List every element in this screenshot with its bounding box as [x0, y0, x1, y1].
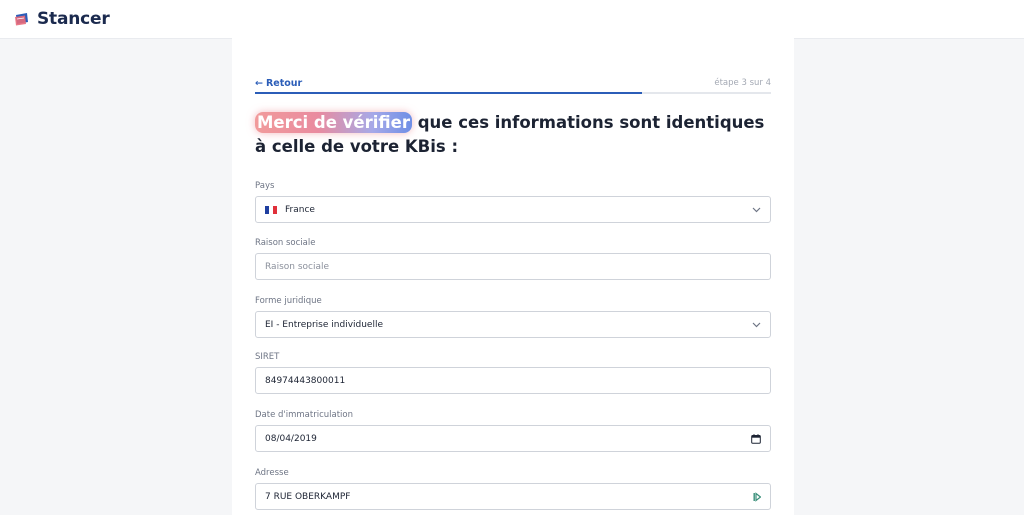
registration-date-label: Date d'immatriculation	[255, 410, 353, 420]
progress-bar	[255, 92, 771, 94]
stancer-logo-icon	[15, 13, 28, 26]
company-name-input[interactable]: Raison sociale	[255, 253, 771, 280]
legal-form-label: Forme juridique	[255, 296, 322, 306]
address-label: Adresse	[255, 468, 289, 478]
siret-label: SIRET	[255, 352, 280, 362]
back-label: Retour	[265, 77, 303, 89]
country-select[interactable]: France	[255, 196, 771, 223]
siret-input[interactable]: 84974443800011	[255, 367, 771, 394]
address-value: 7 RUE OBERKAMPF	[265, 491, 351, 502]
legal-form-value: EI - Entreprise individuelle	[265, 319, 384, 330]
arrow-left-icon: ←	[255, 77, 263, 89]
calendar-icon[interactable]	[751, 433, 761, 444]
country-value: France	[285, 204, 315, 215]
country-label: Pays	[255, 181, 275, 191]
autofill-icon[interactable]	[753, 491, 761, 502]
brand-name: Stancer	[37, 9, 110, 29]
chevron-down-icon	[752, 207, 761, 213]
brand[interactable]: Stancer	[14, 9, 110, 29]
registration-date-value: 08/04/2019	[265, 433, 317, 444]
legal-form-select[interactable]: EI - Entreprise individuelle	[255, 311, 771, 338]
app-header: Stancer	[0, 0, 1024, 38]
company-name-label: Raison sociale	[255, 238, 316, 248]
chevron-down-icon	[752, 322, 761, 328]
registration-date-input[interactable]: 08/04/2019	[255, 425, 771, 452]
form-topbar: ← Retour étape 3 sur 4	[255, 74, 771, 92]
back-button[interactable]: ← Retour	[255, 78, 302, 89]
form-card: ← Retour étape 3 sur 4 Merci de vérifier…	[232, 38, 794, 515]
title-highlight: Merci de vérifier	[255, 112, 412, 133]
progress-fill	[255, 92, 642, 94]
address-input[interactable]: 7 RUE OBERKAMPF	[255, 483, 771, 510]
siret-value: 84974443800011	[265, 375, 346, 386]
france-flag-icon	[265, 205, 277, 214]
company-name-placeholder: Raison sociale	[265, 261, 330, 272]
step-indicator: étape 3 sur 4	[714, 78, 771, 88]
page-title: Merci de vérifier que ces informations s…	[255, 111, 775, 159]
